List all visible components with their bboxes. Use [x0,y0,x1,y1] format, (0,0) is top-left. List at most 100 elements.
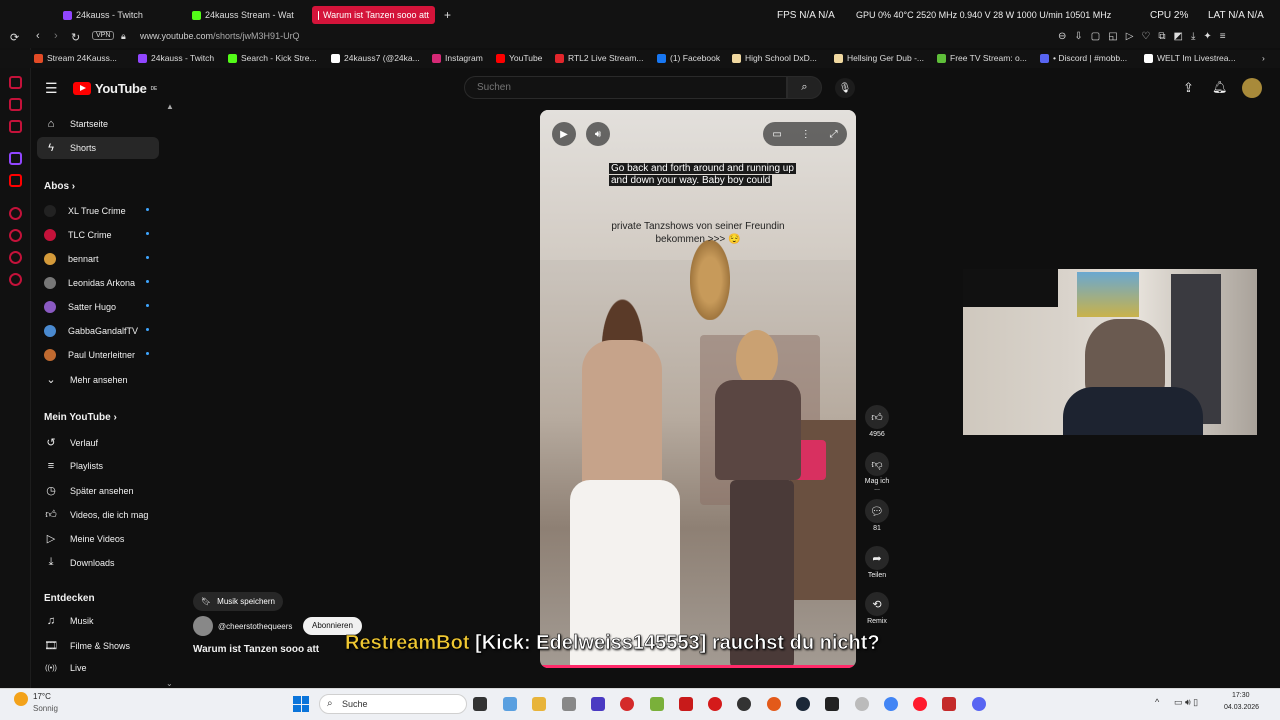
channel-info[interactable]: @cheerstothequeers [193,616,292,636]
search-input[interactable] [464,76,787,99]
player-icon[interactable] [9,207,22,220]
sidebar-item-live[interactable]: ((•)) Live [44,663,86,673]
epic-games-icon[interactable] [825,697,839,711]
clock-date[interactable]: 04.03.2026 [1224,704,1259,711]
extensions-sidebar-icon[interactable] [9,251,22,264]
gmail-icon[interactable] [9,120,22,133]
calculator-icon[interactable] [503,697,517,711]
sidebar-item-subscription[interactable]: XL True Crime [44,205,149,217]
lock-icon[interactable]: 🔒︎ [121,31,126,42]
settings-icon[interactable] [855,697,869,711]
tab-kick[interactable]: 24kauss Stream - Wat [186,6,306,24]
opera-gx-icon[interactable] [620,697,634,711]
sidebar-item-downloads[interactable]: ⤓ Downloads [44,556,115,569]
vegas-icon[interactable] [591,697,605,711]
opera-icon[interactable] [913,697,927,711]
sidebar-item-meine-videos[interactable]: ▷ Meine Videos [44,532,125,545]
bookmark-item[interactable]: RTL2 Live Stream... [555,53,643,63]
bookmark-item[interactable]: 24kauss - Twitch [138,53,214,63]
history-sidebar-icon[interactable] [9,229,22,242]
tab-twitch[interactable]: 24kauss - Twitch [57,6,177,24]
twitch-sidebar-icon[interactable] [9,152,22,165]
app-icon[interactable] [942,697,956,711]
zoom-icon[interactable]: ⊖ [1058,31,1066,42]
search-button[interactable]: ⌕ [787,76,822,99]
youtube-sidebar-icon[interactable] [9,174,22,187]
bookmark-item[interactable]: • Discord | #mobb... [1040,53,1127,63]
heart-icon[interactable]: ♡ [1141,31,1150,42]
scroll-down-icon[interactable]: ⌄ [166,679,173,688]
forward-icon[interactable]: › [54,30,58,42]
back-icon[interactable]: ‹ [36,30,40,42]
sidebar-item-subscription[interactable]: TLC Crime [44,229,149,241]
sidebar-item-sp-ter-ansehen[interactable]: ◷ Später ansehen [44,484,133,497]
sidebar-item-subscription[interactable]: Satter Hugo [44,301,149,313]
comments-button[interactable]: 💬︎ 81 [864,499,890,532]
volume-button[interactable]: 🔊︎ [586,122,610,146]
aria-icon[interactable] [9,76,22,89]
sidebar-item-subscription[interactable]: GabbaGandalfTV [44,325,149,337]
upload-icon[interactable]: ⇪ [1183,80,1194,96]
share-button[interactable]: ➦ Teilen [864,546,890,579]
sidebar-item-subscription[interactable]: Paul Unterleitner [44,349,149,361]
weather-temp[interactable]: 17°C [33,692,51,701]
progress-bar[interactable] [540,665,856,668]
downloads-icon[interactable]: ⤓ [1191,31,1195,42]
weather-icon[interactable] [14,692,28,706]
vpn-badge[interactable]: VPN [92,31,115,40]
sidebar-item-verlauf[interactable]: ↺ Verlauf [44,436,98,449]
bookmark-item[interactable]: WELT Im Livestrea... [1144,53,1236,63]
pin-icon[interactable]: ⇩ [1074,31,1082,42]
short-title[interactable]: Warum ist Tanzen sooo att [193,644,319,655]
sidebar-item-videos-die-ich-mag[interactable]: 👍︎ Videos, die ich mag [44,508,148,521]
obs-icon[interactable] [737,697,751,711]
app-icon[interactable] [708,697,722,711]
abos-heading[interactable]: Abos › [44,181,75,192]
like-button[interactable]: 👍︎ 4956 [864,405,890,438]
refresh-icon[interactable]: ↻ [71,31,80,44]
dislike-button[interactable]: 👎︎ Mag ich ... [864,452,890,492]
app-icon[interactable] [679,697,693,711]
notifications-icon[interactable]: 🔔︎ [1212,80,1227,94]
hamburger-menu-icon[interactable]: ☰ [45,80,58,97]
settings-sidebar-icon[interactable] [9,273,22,286]
windows-start-icon[interactable] [293,696,309,712]
more-options-icon[interactable]: ⋮ [801,129,811,140]
remix-button[interactable]: ⟲ Remix [864,592,890,625]
bookmark-item[interactable]: Free TV Stream: o... [937,53,1027,63]
channel-name[interactable]: @cheerstothequeers [218,622,292,631]
app-icon[interactable] [650,697,664,711]
bookmark-item[interactable]: Search - Kick Stre... [228,53,317,63]
clock-time[interactable]: 17:30 [1232,692,1250,699]
sidebar-item-playlists[interactable]: ≡ Playlists [44,460,103,472]
snapshot-icon[interactable]: ▢ [1091,31,1100,42]
avatar[interactable] [1242,78,1262,98]
discord-icon[interactable] [972,697,986,711]
channel-avatar[interactable] [193,616,213,636]
music-control-icon[interactable]: ◱ [1108,31,1117,42]
firefox-icon[interactable] [767,697,781,711]
sidebar-item-subscription[interactable]: bennart [44,253,149,265]
taskbar-search[interactable]: ⌕ Suche [319,694,467,714]
bookmark-item[interactable]: Stream 24Kauss... [34,53,117,63]
bookmark-item[interactable]: High School DxD... [732,53,817,63]
extensions-icon[interactable]: ⧉ [1158,31,1165,42]
musik-speichern-button[interactable]: 🔖︎ Musik speichern [193,592,283,611]
tab-youtube[interactable]: Warum ist Tanzen sooo att [312,6,435,24]
task-view-icon[interactable] [473,697,487,711]
file-explorer-icon[interactable] [532,697,546,711]
ai-icon[interactable]: ✦ [1203,31,1211,42]
messenger-icon[interactable] [9,98,22,111]
bookmark-item[interactable]: Instagram [432,53,483,63]
youtube-logo[interactable]: YouTube DE [73,81,157,96]
sidebar-item-subscription[interactable]: Leonidas Arkona [44,277,149,289]
bookmark-item[interactable]: Hellsing Ger Dub -... [834,53,924,63]
tray-icons[interactable]: ▭ 🔊︎ ▯ [1174,697,1198,708]
short-video-player[interactable] [540,110,856,668]
profile-icon[interactable]: ◩ [1174,31,1183,42]
scroll-up-icon[interactable]: ▲ [166,102,174,111]
tray-chevron-icon[interactable]: ^ [1155,697,1159,707]
url-field[interactable]: www.youtube.com/shorts/jwM3H91-UrQ [140,31,300,41]
steam-icon[interactable] [796,697,810,711]
bookmarks-overflow-icon[interactable]: › [1262,53,1265,63]
